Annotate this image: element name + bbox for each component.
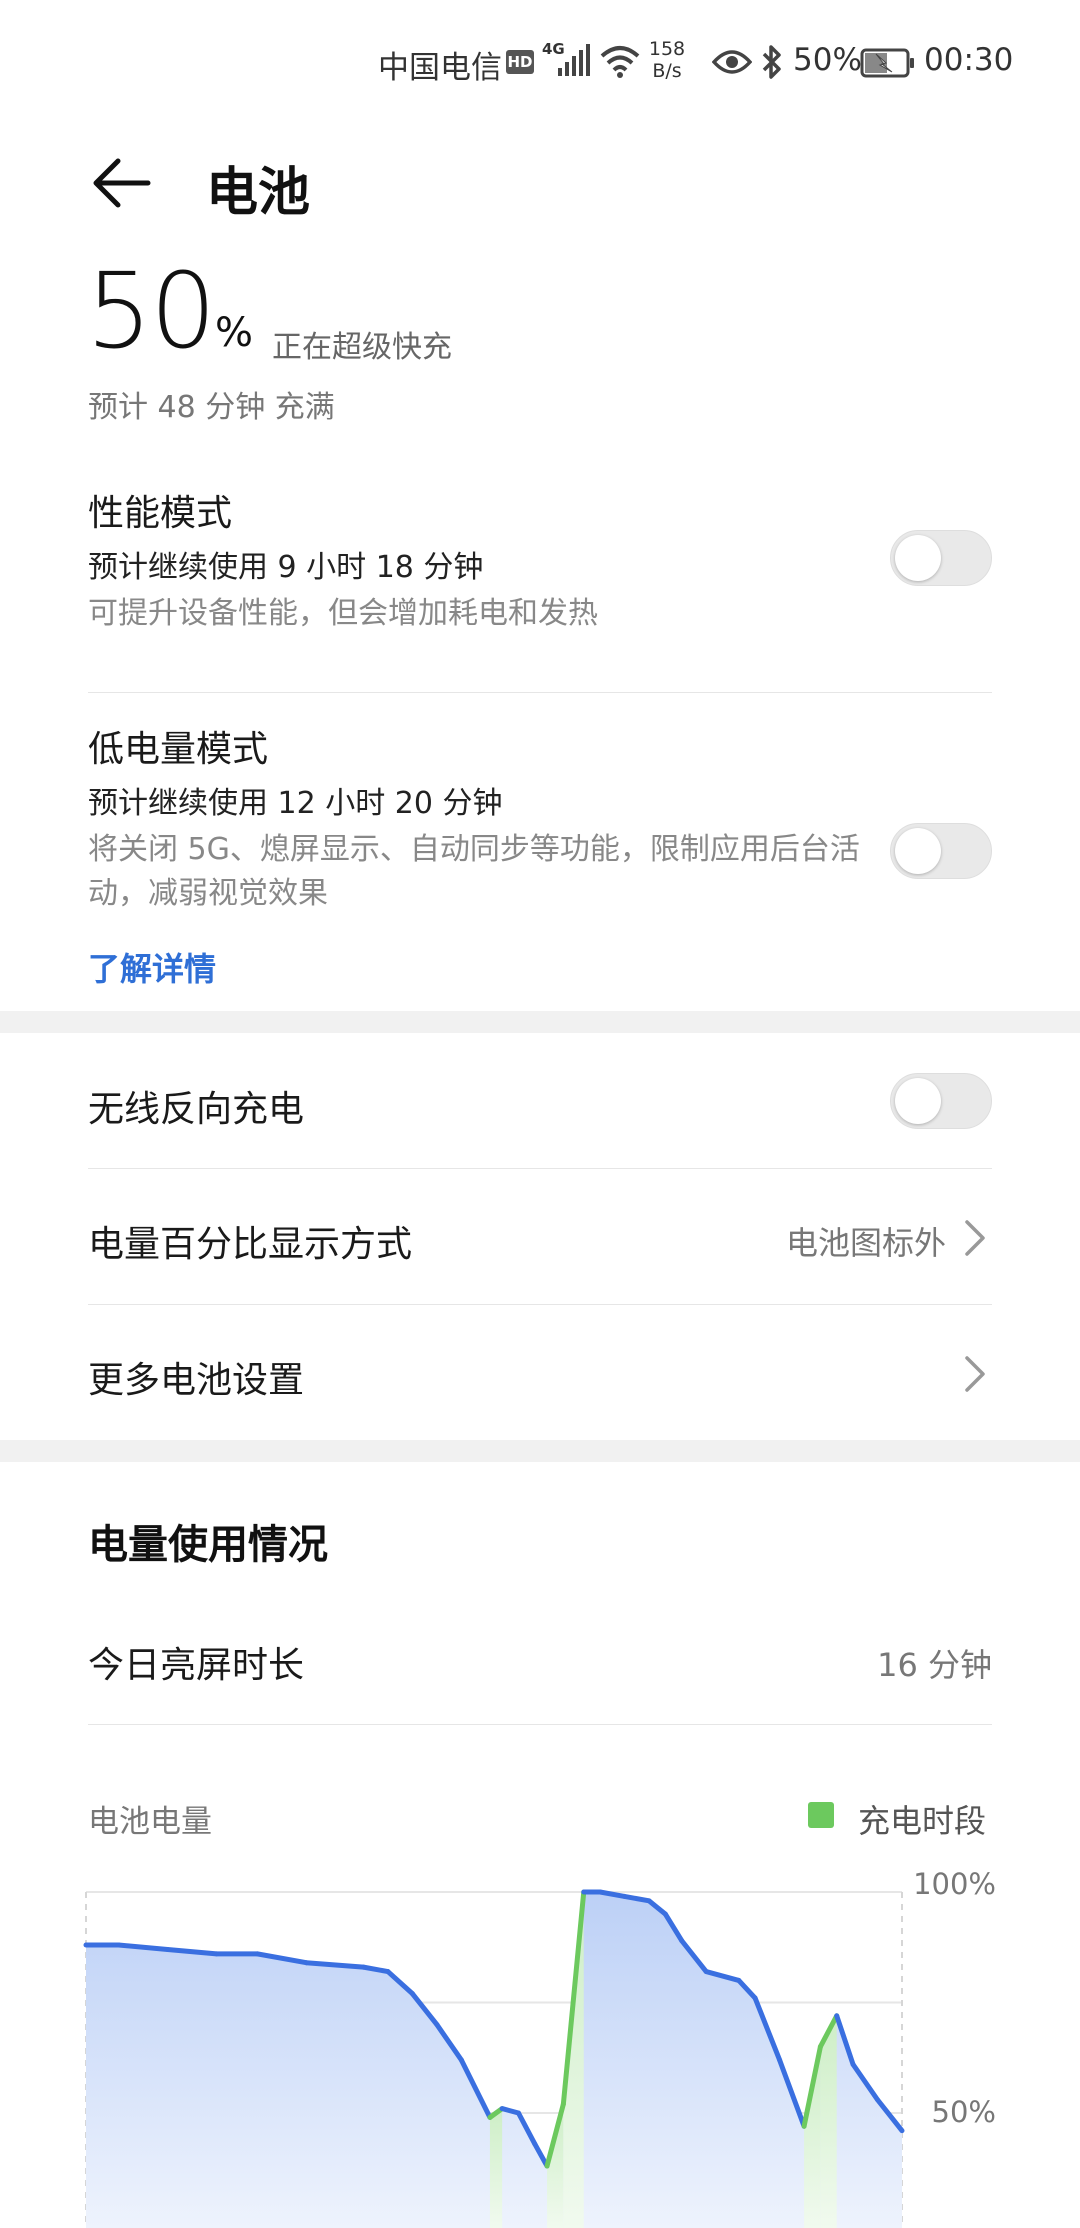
- legend-charge-swatch: [808, 1802, 834, 1828]
- carrier-name: 中国电信: [378, 50, 502, 86]
- low-power-mode-desc: 将关闭 5G、熄屏显示、自动同步等功能，限制应用后台活动，减弱视觉效果: [88, 832, 860, 911]
- legend-charge-label: 充电时段: [858, 1802, 987, 1840]
- network-speed-value: 158: [648, 38, 686, 60]
- charge-area: [820, 2015, 837, 2228]
- bluetooth-icon: [762, 45, 781, 79]
- signal-icon: [558, 44, 590, 76]
- performance-mode-toggle[interactable]: [890, 530, 992, 586]
- back-arrow-icon[interactable]: [88, 148, 158, 218]
- low-power-mode-title: 低电量模式: [88, 729, 269, 770]
- section-separator: [0, 1440, 1080, 1462]
- battery-level-chart: 100% 50%: [83, 1867, 996, 2228]
- performance-mode-desc: 可提升设备性能，但会增加耗电和发热: [88, 596, 598, 631]
- charging-status: 正在超级快充: [272, 330, 452, 365]
- low-power-mode-toggle[interactable]: [890, 823, 992, 879]
- low-power-mode-usage: 预计继续使用 12 小时 20 分钟: [88, 786, 503, 821]
- wifi-icon: [600, 46, 640, 78]
- percent-display-value: 电池图标外: [785, 1224, 946, 1262]
- section-separator: [0, 1011, 1080, 1033]
- y-tick-label: 100%: [913, 1867, 996, 1901]
- performance-mode-usage: 预计继续使用 9 小时 18 分钟: [88, 550, 484, 585]
- learn-more-link[interactable]: 了解详情: [88, 944, 216, 990]
- battery-charging-icon: [860, 48, 914, 78]
- screen-time-value: 16 分钟: [877, 1646, 992, 1684]
- hd-badge: HD: [506, 50, 534, 74]
- performance-mode-title: 性能模式: [88, 493, 233, 534]
- reverse-charging-toggle[interactable]: [890, 1073, 992, 1129]
- page-title: 电池: [206, 163, 311, 223]
- usage-section-title: 电量使用情况: [88, 1522, 328, 1568]
- charge-area: [489, 2108, 503, 2228]
- toggle-knob: [895, 535, 941, 581]
- battery-level: 50: [86, 250, 216, 372]
- reverse-charging-label: 无线反向充电: [88, 1089, 305, 1130]
- chevron-right-icon: [965, 1356, 985, 1392]
- more-battery-settings-label: 更多电池设置: [88, 1360, 305, 1401]
- status-battery-percent: 50%: [793, 42, 862, 78]
- y-tick-label: 50%: [932, 2095, 996, 2129]
- divider: [88, 1304, 992, 1305]
- toggle-knob: [895, 1078, 941, 1124]
- divider: [88, 1724, 992, 1725]
- full-charge-estimate: 预计 48 分钟 充满: [88, 390, 335, 425]
- percent-display-label: 电量百分比显示方式: [88, 1224, 413, 1265]
- screen-time-label: 今日亮屏时长: [88, 1645, 305, 1686]
- status-bar: 中国电信 HD 4G 158 B/s 50% 00:30: [0, 0, 1080, 120]
- status-time: 00:30: [924, 42, 1014, 78]
- chart-title: 电池电量: [88, 1804, 212, 1840]
- network-speed-unit: B/s: [652, 60, 682, 82]
- chevron-right-icon: [965, 1220, 985, 1256]
- more-battery-settings-row[interactable]: 更多电池设置: [0, 1306, 1080, 1440]
- divider: [88, 1168, 992, 1169]
- eye-icon: [712, 50, 752, 74]
- battery-percent-sign: %: [215, 310, 254, 356]
- toggle-knob: [895, 828, 941, 874]
- divider: [88, 692, 992, 693]
- percent-display-row[interactable]: 电量百分比显示方式 电池图标外: [0, 1170, 1080, 1304]
- charge-area: [804, 2046, 821, 2228]
